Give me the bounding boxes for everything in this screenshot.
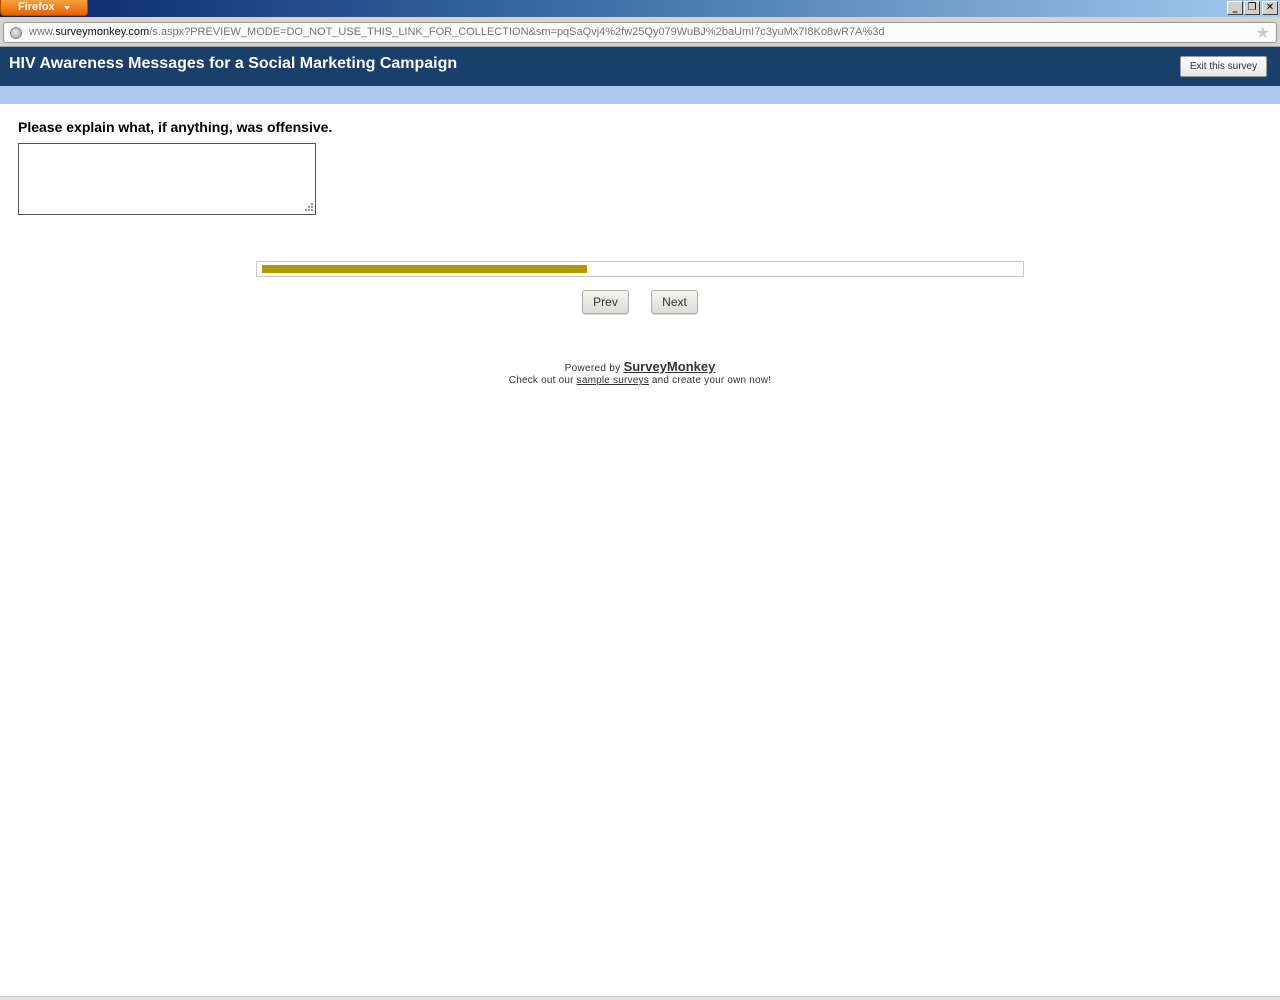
firefox-menu-label: Firefox — [18, 1, 55, 13]
question-text: Please explain what, if anything, was of… — [18, 119, 333, 135]
close-window-button[interactable]: ✕ — [1262, 1, 1278, 15]
header-accent-strip — [0, 86, 1280, 104]
survey-header: HIV Awareness Messages for a Social Mark… — [0, 47, 1280, 86]
url-host: surveymonkey.com — [55, 26, 150, 38]
firefox-menu-button[interactable]: Firefox — [0, 0, 88, 16]
surveymonkey-link[interactable]: SurveyMonkey — [624, 359, 716, 374]
checkout-line: Check out our sample surveys and create … — [0, 375, 1280, 386]
powered-by-prefix: Powered by — [564, 363, 621, 374]
resize-grip-icon[interactable] — [302, 202, 314, 213]
sample-surveys-link[interactable]: sample surveys — [577, 375, 649, 386]
restore-button[interactable]: ❐ — [1244, 1, 1260, 15]
url-text: www.surveymonkey.com/s.aspx?PREVIEW_MODE… — [29, 26, 884, 38]
next-button[interactable]: Next — [651, 290, 698, 314]
prev-button[interactable]: Prev — [582, 290, 629, 314]
browser-nav-bar: www.surveymonkey.com/s.aspx?PREVIEW_MODE… — [0, 17, 1280, 47]
status-bar — [0, 996, 1280, 1000]
address-bar[interactable]: www.surveymonkey.com/s.aspx?PREVIEW_MODE… — [3, 22, 1277, 43]
checkout-prefix: Check out our — [508, 375, 574, 386]
progress-bar — [256, 261, 1024, 277]
exit-survey-button[interactable]: Exit this survey — [1180, 56, 1267, 77]
browser-title-bar: Firefox _ ❐ ✕ — [0, 0, 1280, 17]
powered-by: Powered by SurveyMonkey — [0, 359, 1280, 374]
progress-bar-fill — [262, 265, 587, 273]
survey-title: HIV Awareness Messages for a Social Mark… — [9, 55, 458, 72]
chevron-down-icon — [64, 6, 70, 10]
site-identity-icon[interactable] — [10, 27, 22, 39]
url-path: /s.aspx?PREVIEW_MODE=DO_NOT_USE_THIS_LIN… — [149, 26, 885, 38]
checkout-suffix: and create your own now! — [651, 375, 772, 386]
bookmark-star-icon[interactable]: ★ — [1256, 23, 1270, 42]
url-prefix: www. — [29, 26, 56, 38]
minimize-button[interactable]: _ — [1227, 1, 1243, 15]
answer-textarea[interactable] — [18, 143, 316, 215]
